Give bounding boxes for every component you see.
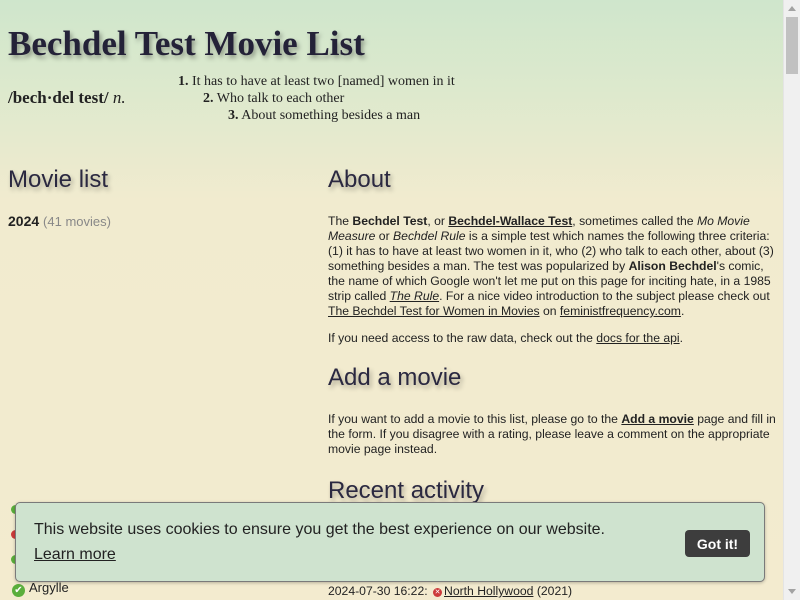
movie-list-section: Movie list 2024 (41 movies) (8, 166, 308, 229)
criterion-text: About something besides a man (241, 108, 421, 123)
movie-title: Argylle (29, 580, 69, 595)
the-rule-link[interactable]: The Rule (390, 289, 439, 303)
add-movie-heading: Add a movie (328, 364, 462, 391)
criterion-number: 1. (178, 74, 189, 89)
criterion-text: It has to have at least two [named] wome… (192, 74, 455, 89)
video-link[interactable]: The Bechdel Test for Women in Movies (328, 304, 540, 318)
scrollbar[interactable] (783, 0, 800, 600)
check-icon: ✔ (12, 584, 25, 597)
criterion-3: 3. About something besides a man (178, 107, 455, 124)
cross-icon: ✕ (433, 588, 443, 597)
text: . (680, 304, 685, 318)
text: , sometimes called the (572, 214, 697, 228)
text: The (328, 214, 353, 228)
year-toggle[interactable]: 2024 (41 movies) (8, 213, 308, 229)
scroll-down-icon[interactable] (788, 589, 796, 594)
activity-year: (2021) (536, 584, 573, 598)
site-title: Bechdel Test Movie List (8, 24, 365, 63)
criterion-number: 3. (228, 108, 239, 123)
api-docs-link[interactable]: docs for the api (596, 331, 679, 345)
about-paragraph: The Bechdel Test, or Bechdel-Wallace Tes… (328, 214, 778, 319)
bold-term: Alison Bechdel (628, 259, 717, 273)
add-movie-paragraph: If you want to add a movie to this list,… (328, 412, 778, 457)
cookie-banner: This website uses cookies to ensure you … (15, 502, 765, 582)
main-content: About The Bechdel Test, or Bechdel-Walla… (328, 166, 778, 505)
feministfrequency-link[interactable]: feministfrequency.com (560, 304, 681, 318)
activity-time: 2024-07-30 16:22: (328, 584, 428, 598)
text: If you want to add a movie to this list,… (328, 412, 622, 426)
add-movie-link[interactable]: Add a movie (621, 412, 693, 426)
criteria-list: 1. It has to have at least two [named] w… (178, 73, 455, 124)
pronunciation: /bech·del test/ n. (8, 88, 126, 108)
accept-cookies-button[interactable]: Got it! (685, 530, 750, 557)
text: . For a nice video introduction to the s… (439, 289, 770, 303)
movie-list-item[interactable]: ✔ Argylle (12, 580, 69, 597)
italic-term: Bechdel Rule (393, 229, 466, 243)
text: or (375, 229, 394, 243)
about-heading: About (328, 166, 391, 193)
scroll-up-icon[interactable] (788, 6, 796, 11)
text: If you need access to the raw data, chec… (328, 331, 597, 345)
recent-activity-heading: Recent activity (328, 477, 485, 504)
movie-count: (41 movies) (43, 214, 111, 229)
bechdel-wallace-link[interactable]: Bechdel-Wallace Test (448, 214, 572, 228)
movie-list-heading: Movie list (8, 166, 109, 193)
criterion-1: 1. It has to have at least two [named] w… (178, 73, 455, 90)
raw-data-paragraph: If you need access to the raw data, chec… (328, 331, 778, 346)
text: , or (427, 214, 449, 228)
pronunciation-word: /bech·del test/ (8, 88, 109, 107)
cookie-message: This website uses cookies to ensure you … (34, 521, 605, 538)
bold-term: Bechdel Test (352, 214, 428, 228)
scroll-thumb[interactable] (786, 17, 798, 74)
criterion-number: 2. (203, 91, 214, 106)
recent-activity-item: 2024-07-30 16:22: ✕ North Hollywood (2021… (328, 584, 572, 598)
criterion-2: 2. Who talk to each other (178, 90, 455, 107)
text: . (679, 331, 684, 345)
part-of-speech: n. (112, 88, 126, 107)
year-label: 2024 (8, 213, 40, 229)
learn-more-link[interactable]: Learn more (34, 546, 116, 564)
criterion-text: Who talk to each other (216, 91, 345, 106)
text: on (539, 304, 560, 318)
activity-movie-link[interactable]: North Hollywood (444, 584, 533, 598)
